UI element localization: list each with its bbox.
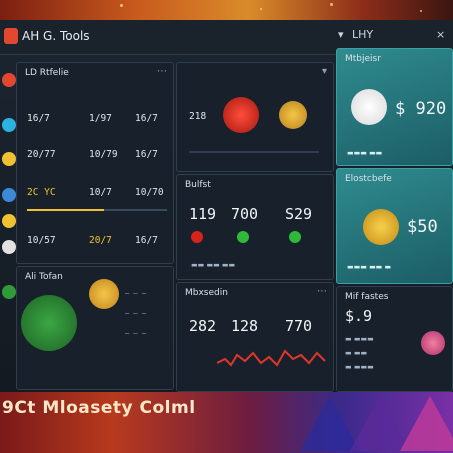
caption: ▬▬▬ ▬▬	[347, 149, 383, 157]
list-line: ▬ ▬▬	[345, 349, 368, 357]
panel-title: Mif fastes	[345, 292, 389, 302]
value: S29	[285, 205, 313, 223]
sparkle	[120, 4, 123, 7]
savings-amount: $50	[407, 217, 438, 237]
panel-menu-icon[interactable]: ▾	[322, 66, 327, 77]
list-line: — — —	[125, 289, 147, 297]
status-dot-red	[191, 231, 203, 243]
cell: 10/57	[27, 235, 56, 246]
heart-icon[interactable]	[2, 240, 16, 254]
list-line: — — —	[125, 309, 147, 317]
value: 700	[231, 205, 259, 223]
list-line: ▬ ▬▬▬	[345, 363, 374, 371]
hexagon-shape	[400, 396, 453, 451]
pink-token-icon	[421, 331, 445, 355]
dropdown-arrow-icon[interactable]: ▾	[338, 28, 344, 41]
alert-icon[interactable]	[2, 73, 16, 87]
value: 119	[189, 205, 217, 223]
balance-panel: Bulfst 119 700 S29 ▬▬ ▬▬ ▬▬	[176, 174, 334, 280]
progress-bar	[27, 209, 167, 211]
leaf-icon[interactable]	[2, 285, 16, 299]
rewards-amount: $.9	[345, 307, 373, 325]
cell: 16/7	[135, 113, 158, 124]
caption: ▬▬ ▬▬ ▬▬	[191, 261, 236, 269]
status-dot-green	[237, 231, 249, 243]
close-icon[interactable]: ×	[436, 28, 445, 41]
panel-title: Mbxsedin	[185, 288, 228, 298]
divider	[189, 151, 319, 153]
cell: 20/7	[89, 235, 112, 246]
shield-icon[interactable]	[2, 188, 16, 202]
globe-icon[interactable]	[2, 118, 16, 132]
cell: 10/70	[135, 187, 164, 198]
cell: 10/7	[89, 187, 112, 198]
list-line: — — —	[125, 329, 147, 337]
portfolio-panel: Ali Tofan — — — — — — — — —	[16, 266, 174, 390]
sparkline	[217, 349, 326, 367]
panel-title: Elostcbefe	[345, 174, 392, 184]
sparkle	[260, 8, 262, 10]
sparkle	[420, 10, 422, 12]
app-icon	[4, 28, 18, 44]
coin-icon[interactable]	[2, 152, 16, 166]
gold-coin-icon	[363, 209, 399, 245]
token-panel: ▾ 218	[176, 62, 334, 172]
panel-menu-icon[interactable]: ⋯	[157, 66, 167, 77]
token-icon	[351, 89, 387, 125]
cell: 16/7	[135, 235, 158, 246]
panel-title: Mtbjeisr	[345, 54, 381, 64]
rewards-panel: Mif fastes $.9 ▬ ▬▬▬ ▬ ▬▬ ▬ ▬▬▬	[336, 286, 453, 392]
panel-title: Ali Tofan	[25, 272, 63, 282]
value: 128	[231, 317, 259, 335]
red-coin-icon	[223, 97, 259, 133]
wallet-amount: $ 920	[395, 99, 447, 119]
sparkle	[330, 3, 333, 6]
top-glow	[0, 0, 453, 22]
cell: 16/7	[135, 149, 158, 160]
gold-coin-icon	[89, 279, 119, 309]
value: 770	[285, 317, 313, 335]
cell: 1/97	[89, 113, 112, 124]
panel-title: LD Rtfelie	[25, 68, 69, 78]
banner-title: 9Ct Mloasety Colml	[2, 398, 196, 418]
caption: ▬▬▬ ▬▬ ▬	[347, 263, 392, 271]
app-title: AH G. Tools	[22, 29, 90, 43]
panel-menu-icon[interactable]: ⋯	[317, 286, 327, 297]
wallet-panel: Mtbjeisr $ 920 ▬▬▬ ▬▬	[336, 48, 453, 166]
cell: 16/7	[27, 113, 50, 124]
cell: 10/79	[89, 149, 118, 160]
green-token-icon	[21, 295, 77, 351]
list-line: ▬ ▬▬▬	[345, 335, 374, 343]
value: 282	[189, 317, 217, 335]
star-icon[interactable]	[2, 214, 16, 228]
cell: 2C YC	[27, 187, 56, 198]
gold-coin-icon	[279, 101, 307, 129]
status-dot-green	[289, 231, 301, 243]
label: 218	[189, 111, 207, 122]
stats-panel: LD Rtfelie ⋯ 16/7 1/97 16/7 20/77 10/79 …	[16, 62, 174, 264]
titlebar-label[interactable]: LHY	[352, 28, 373, 41]
cell: 20/77	[27, 149, 56, 160]
savings-panel: Elostcbefe $50 ▬▬▬ ▬▬ ▬	[336, 168, 453, 284]
panel-title: Bulfst	[185, 180, 211, 190]
chart-panel: Mbxsedin ⋯ 282 128 770	[176, 282, 334, 392]
